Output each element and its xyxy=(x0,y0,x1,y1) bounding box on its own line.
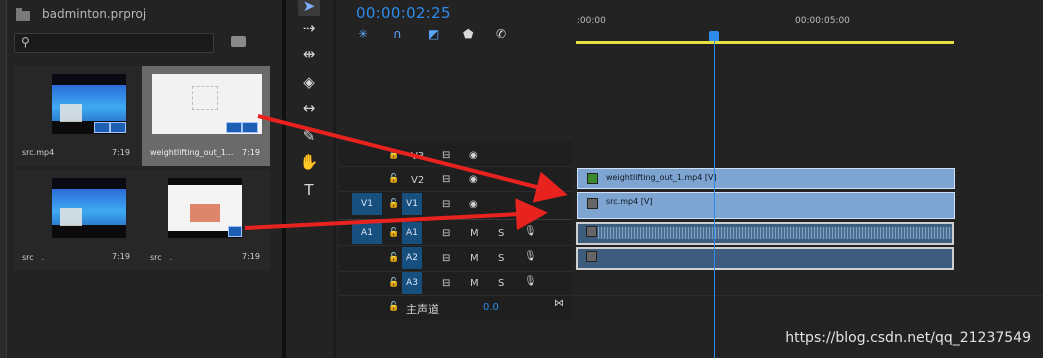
arrow-weightlifting-to-v2 xyxy=(257,114,568,203)
watermark: https://blog.csdn.net/qq_21237549 xyxy=(785,330,1031,346)
arrow-src-to-v1 xyxy=(244,198,548,231)
annotation-arrows xyxy=(244,114,568,231)
